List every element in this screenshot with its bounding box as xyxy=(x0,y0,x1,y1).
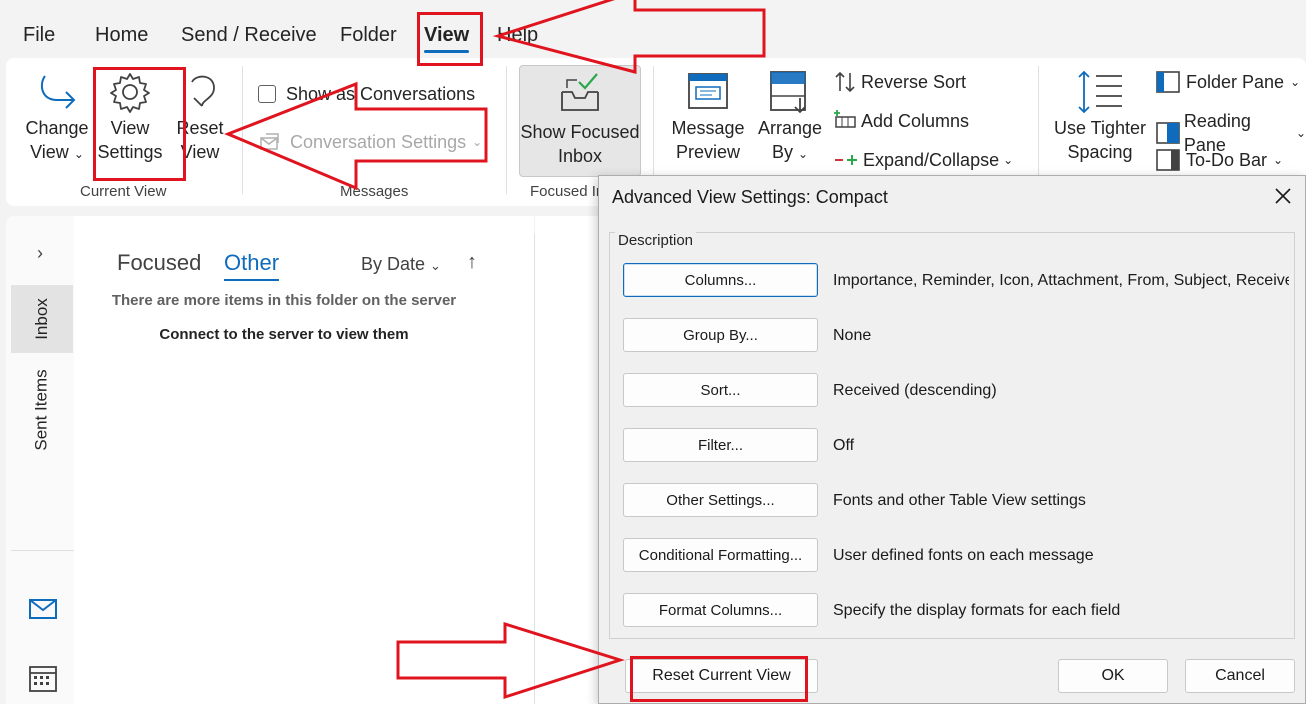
arrow-to-view-tab xyxy=(492,0,766,74)
arrow-to-view-settings xyxy=(224,81,488,191)
arrow-to-reset-current-view xyxy=(396,621,625,700)
annotation-arrows xyxy=(224,0,766,700)
